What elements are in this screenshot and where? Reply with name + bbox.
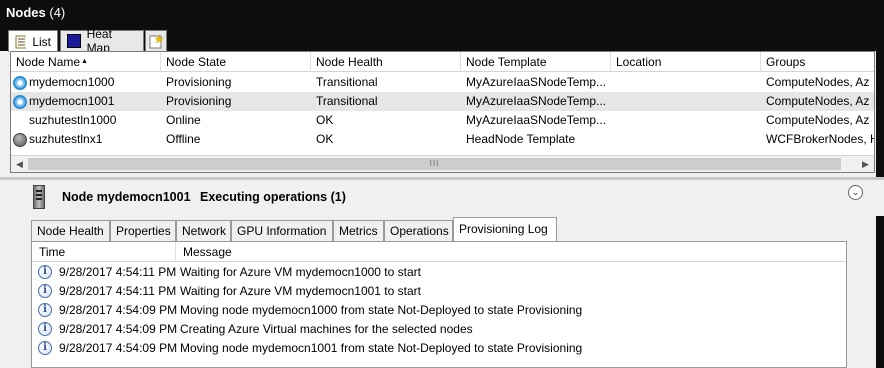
cell-groups: ComputeNodes, Az xyxy=(766,113,870,127)
log-row[interactable]: i 9/28/2017 4:54:09 PM Moving node mydem… xyxy=(32,339,846,358)
info-icon: i xyxy=(38,341,52,355)
log-row[interactable]: i 9/28/2017 4:54:11 PM Waiting for Azure… xyxy=(32,282,846,301)
cell-node-health: OK xyxy=(316,132,334,146)
tab-list-label: List xyxy=(32,34,51,49)
tab-node-health[interactable]: Node Health xyxy=(31,220,110,241)
cell-node-state: Provisioning xyxy=(166,94,232,108)
node-count: (4) xyxy=(49,5,66,20)
log-message: Creating Azure Virtual machines for the … xyxy=(180,322,473,336)
table-row[interactable]: mydemocn1000 Provisioning Transitional M… xyxy=(11,73,874,92)
scroll-right-icon[interactable]: ▶ xyxy=(857,156,874,172)
log-header: Time Message xyxy=(32,242,846,262)
tab-operations[interactable]: Operations xyxy=(384,220,453,241)
tab-heat-map[interactable]: Heat Map xyxy=(60,27,144,55)
log-message: Moving node mydemocn1000 from state Not-… xyxy=(180,303,583,317)
nodes-grid[interactable]: Node Name▲ Node State Node Health Node T… xyxy=(10,51,875,173)
details-header: Node mydemocn1001 Executing operations (… xyxy=(0,180,884,216)
table-row[interactable]: suzhutestln1000 Online OK MyAzureIaaSNod… xyxy=(11,111,874,130)
column-header-node-name[interactable]: Node Name▲ xyxy=(11,52,161,72)
window-title-text: Nodes xyxy=(6,5,46,20)
cell-node-state: Offline xyxy=(166,132,201,146)
cell-node-template: MyAzureIaaSNodeTemp... xyxy=(466,94,607,108)
cell-node-state: Online xyxy=(166,113,201,127)
tab-gpu-information[interactable]: GPU Information xyxy=(231,220,333,241)
tab-list[interactable]: List xyxy=(8,30,58,52)
tab-properties[interactable]: Properties xyxy=(110,220,176,241)
cell-location xyxy=(611,73,616,92)
log-row[interactable]: i 9/28/2017 4:54:09 PM Creating Azure Vi… xyxy=(32,320,846,339)
server-icon xyxy=(33,185,45,209)
grid-header: Node Name▲ Node State Node Health Node T… xyxy=(11,52,874,72)
table-row-selected[interactable]: mydemocn1001 Provisioning Transitional M… xyxy=(11,92,874,111)
scrollbar-grip: III xyxy=(429,159,440,168)
tab-new-view[interactable] xyxy=(145,30,167,51)
cell-location xyxy=(611,111,616,130)
cell-groups: ComputeNodes, Az xyxy=(766,75,870,89)
scrollbar-thumb[interactable]: III xyxy=(28,158,841,170)
cell-node-health: Transitional xyxy=(316,75,378,89)
column-header-node-health[interactable]: Node Health xyxy=(311,52,461,72)
cell-node-health: Transitional xyxy=(316,94,378,108)
info-icon: i xyxy=(38,265,52,279)
column-header-location[interactable]: Location xyxy=(611,52,761,72)
tab-network[interactable]: Network xyxy=(176,220,231,241)
cell-groups: WCFBrokerNodes, H xyxy=(766,132,875,146)
cell-node-template: HeadNode Template xyxy=(466,132,576,146)
log-row[interactable]: i 9/28/2017 4:54:09 PM Moving node mydem… xyxy=(32,301,846,320)
column-header-time[interactable]: Time xyxy=(32,242,176,262)
cell-node-state: Provisioning xyxy=(166,75,232,89)
log-message: Waiting for Azure VM mydemocn1000 to sta… xyxy=(180,265,421,279)
cell-location xyxy=(611,130,616,149)
provisioning-icon xyxy=(13,94,27,109)
log-message: Moving node mydemocn1001 from state Not-… xyxy=(180,341,583,355)
cell-groups: ComputeNodes, Az xyxy=(766,94,870,108)
tab-metrics[interactable]: Metrics xyxy=(333,220,384,241)
collapse-icon[interactable]: ⌄ xyxy=(848,185,863,200)
cell-node-health: OK xyxy=(316,113,334,127)
provisioning-icon xyxy=(13,75,27,90)
table-row[interactable]: suzhutestlnx1 Offline OK HeadNode Templa… xyxy=(11,130,874,149)
log-row[interactable]: i 9/28/2017 4:54:11 PM Waiting for Azure… xyxy=(32,263,846,282)
tab-provisioning-log[interactable]: Provisioning Log xyxy=(453,217,557,241)
offline-icon xyxy=(13,132,27,147)
node-name: suzhutestlnx1 xyxy=(29,132,103,146)
log-time: 9/28/2017 4:54:09 PM xyxy=(59,341,178,355)
details-status: Executing operations (1) xyxy=(200,190,346,204)
log-time: 9/28/2017 4:54:09 PM xyxy=(59,322,178,336)
cell-node-name: suzhutestln1000 xyxy=(11,111,161,130)
column-header-node-template[interactable]: Node Template xyxy=(461,52,611,72)
log-time: 9/28/2017 4:54:09 PM xyxy=(59,303,178,317)
details-title: Node mydemocn1001 xyxy=(62,190,191,204)
provisioning-log-grid[interactable]: Time Message i 9/28/2017 4:54:11 PM Wait… xyxy=(31,241,847,368)
info-icon: i xyxy=(38,322,52,336)
node-name: mydemocn1000 xyxy=(29,75,115,89)
cell-node-name: mydemocn1000 xyxy=(11,73,161,92)
scroll-left-icon[interactable]: ◀ xyxy=(11,156,28,172)
list-icon xyxy=(15,35,27,48)
window-title: Nodes (4) xyxy=(6,5,65,20)
horizontal-scrollbar[interactable]: ◀ III ▶ xyxy=(11,155,874,172)
cell-node-name: suzhutestlnx1 xyxy=(11,130,161,149)
heatmap-icon xyxy=(67,34,81,48)
cell-node-template: MyAzureIaaSNodeTemp... xyxy=(466,75,607,89)
new-view-icon xyxy=(149,33,163,48)
sort-ascending-icon: ▲ xyxy=(81,58,88,65)
column-header-message[interactable]: Message xyxy=(176,242,846,262)
node-name: mydemocn1001 xyxy=(29,94,115,108)
status-icon-placeholder xyxy=(13,114,27,128)
log-time: 9/28/2017 4:54:11 PM xyxy=(59,284,177,298)
column-header-groups[interactable]: Groups xyxy=(761,52,874,72)
cell-location xyxy=(611,92,616,111)
log-time: 9/28/2017 4:54:11 PM xyxy=(59,265,177,279)
view-tab-strip: List Heat Map xyxy=(0,27,884,55)
info-icon: i xyxy=(38,284,52,298)
info-icon: i xyxy=(38,303,52,317)
log-message: Waiting for Azure VM mydemocn1001 to sta… xyxy=(180,284,421,298)
cell-node-template: MyAzureIaaSNodeTemp... xyxy=(466,113,607,127)
cell-node-name: mydemocn1001 xyxy=(11,92,161,111)
column-header-node-state[interactable]: Node State xyxy=(161,52,311,72)
column-header-node-name-label: Node Name xyxy=(16,55,81,69)
title-bar: Nodes (4) xyxy=(0,0,884,27)
node-name: suzhutestln1000 xyxy=(29,113,117,127)
